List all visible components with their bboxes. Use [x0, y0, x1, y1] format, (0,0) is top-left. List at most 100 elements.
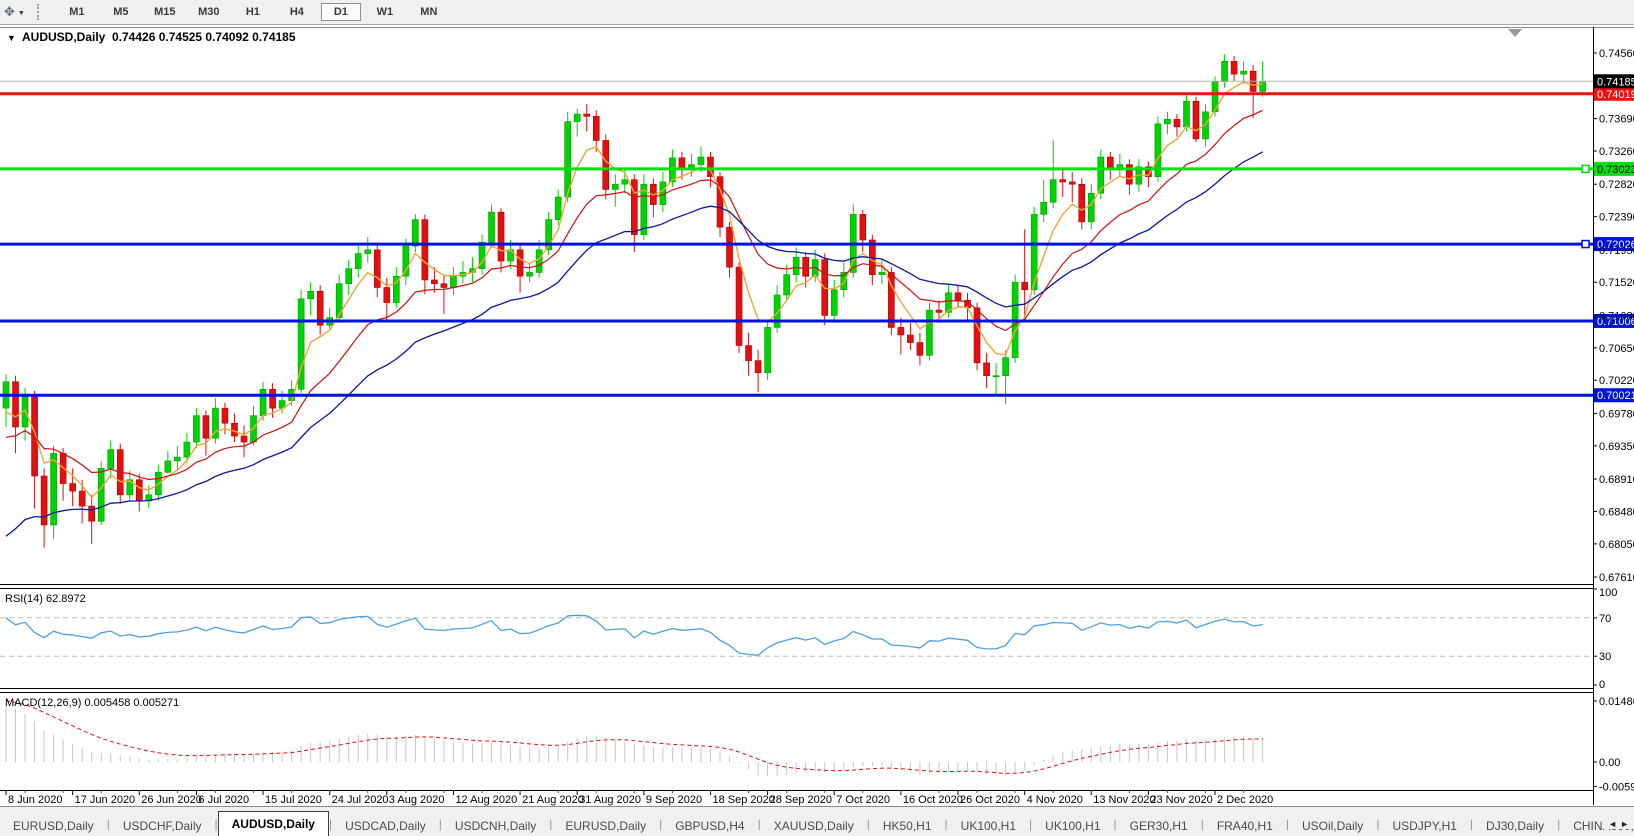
timeframe-button-M5[interactable]: M5 [101, 3, 141, 21]
candle-body [603, 140, 609, 189]
candle-body [1260, 81, 1266, 91]
timeframe-button-W1[interactable]: W1 [365, 3, 405, 21]
candle-body [422, 220, 428, 280]
chart-title-ohlc: 0.74426 0.74525 0.74092 0.74185 [112, 30, 296, 44]
candle-body [489, 212, 495, 242]
candle-body [13, 382, 19, 427]
time-label: 2 Dec 2020 [1217, 794, 1273, 806]
price-tick-label: 0.73260 [1599, 146, 1634, 158]
candle-body [346, 269, 352, 284]
time-label: 21 Aug 2020 [522, 794, 584, 806]
candle-body [831, 290, 837, 316]
symbol-tab-EURUSD,Daily[interactable]: EURUSD,Daily [552, 815, 659, 836]
candle-body [536, 250, 542, 273]
candle-body [222, 408, 228, 423]
hline-handle[interactable] [1582, 165, 1589, 172]
rsi-tick-label: 70 [1599, 613, 1611, 625]
macd-signal-line [6, 701, 1263, 774]
symbol-tab-GER30,H1[interactable]: GER30,H1 [1117, 815, 1201, 836]
chart-title-symbol: AUDUSD,Daily [22, 30, 106, 44]
candle-body [403, 246, 409, 276]
toolbar-grip[interactable] [37, 4, 45, 20]
macd-layer [6, 701, 1263, 776]
candle-body [860, 214, 866, 240]
timeframe-button-H1[interactable]: H1 [233, 3, 273, 21]
symbol-tab-UK100,H1[interactable]: UK100,H1 [948, 815, 1029, 836]
candle-body [412, 220, 418, 246]
candle-body [793, 257, 799, 274]
timeframe-button-H4[interactable]: H4 [277, 3, 317, 21]
candle-body [593, 116, 599, 140]
candle-body [241, 436, 247, 442]
chart-canvas: 0.740190.730230.720260.710060.700210.741… [0, 0, 1634, 836]
timeframe-button-M30[interactable]: M30 [189, 3, 229, 21]
time-label: 26 Jun 2020 [141, 794, 202, 806]
symbol-tab-USOil,Daily[interactable]: USOil,Daily [1289, 815, 1376, 836]
hline-1-badge-text: 0.73023 [1597, 164, 1634, 176]
candle-body [308, 291, 314, 299]
time-label: 16 Oct 2020 [903, 794, 963, 806]
candle-body [746, 346, 752, 361]
candle-body [89, 506, 95, 521]
timeframe-button-D1[interactable]: D1 [321, 3, 361, 21]
price-tick-label: 0.67610 [1599, 572, 1634, 584]
symbol-tab-DJ30,Daily[interactable]: DJ30,Daily [1473, 815, 1557, 836]
symbol-tab-USDCHF,Daily[interactable]: USDCHF,Daily [110, 815, 215, 836]
candle-body [917, 343, 923, 356]
macd-tick-label: 0.014861 [1599, 696, 1634, 708]
macd-indicator-label: MACD(12,26,9) 0.005458 0.005271 [5, 697, 179, 709]
chart-shift-marker[interactable] [1508, 29, 1522, 37]
rsi-line [6, 615, 1263, 655]
symbol-tab-GBPUSD,H4[interactable]: GBPUSD,H4 [662, 815, 757, 836]
candle-body [431, 280, 437, 284]
time-label: 28 Sep 2020 [770, 794, 832, 806]
symbol-tab-HK50,H1[interactable]: HK50,H1 [870, 815, 945, 836]
price-tick-label: 0.69780 [1599, 408, 1634, 420]
candle-body [584, 114, 590, 116]
candle-body [136, 480, 142, 501]
candle-body [441, 284, 447, 288]
symbol-tab-USDJPY,H1[interactable]: USDJPY,H1 [1379, 815, 1469, 836]
cursor-tool-icon[interactable]: ✥ [4, 4, 15, 20]
candles-layer [3, 55, 1266, 548]
symbol-tab-XAUUSD,Daily[interactable]: XAUUSD,Daily [761, 815, 867, 836]
cursor-tool-dropdown-icon[interactable]: ▼ [18, 10, 25, 17]
time-label: 7 Oct 2020 [836, 794, 890, 806]
rsi-indicator-label: RSI(14) 62.8972 [5, 593, 86, 605]
horizontal-lines-layer [0, 81, 1593, 395]
symbol-tab-AUDUSD,Daily[interactable]: AUDUSD,Daily [218, 811, 329, 836]
candle-body [1069, 182, 1075, 184]
candle-body [907, 335, 913, 343]
timeframe-button-M1[interactable]: M1 [57, 3, 97, 21]
price-tick-label: 0.69350 [1599, 441, 1634, 453]
timeframe-button-MN[interactable]: MN [409, 3, 449, 21]
time-label: 18 Sep 2020 [712, 794, 774, 806]
candle-body [108, 450, 114, 469]
rsi-tick-label: 100 [1599, 587, 1617, 599]
hline-handle[interactable] [1582, 241, 1589, 248]
price-tick-label: 0.70220 [1599, 375, 1634, 387]
candle-body [993, 376, 999, 377]
candle-body [1164, 119, 1170, 124]
candle-body [193, 416, 199, 442]
macd-tick-label: 0.00 [1599, 757, 1620, 769]
time-label: 3 Aug 2020 [389, 794, 445, 806]
candle-body [165, 461, 171, 472]
symbol-tab-FRA40,H1[interactable]: FRA40,H1 [1204, 815, 1286, 836]
price-tick-label: 0.74560 [1599, 48, 1634, 60]
symbol-tab-USDCAD,Daily[interactable]: USDCAD,Daily [332, 815, 439, 836]
rsi-tick-label: 30 [1599, 651, 1611, 663]
candle-body [926, 310, 932, 355]
symbol-tab-USDCNH,Daily[interactable]: USDCNH,Daily [442, 815, 549, 836]
timeframe-button-M15[interactable]: M15 [145, 3, 185, 21]
candle-body [1022, 282, 1028, 290]
price-tick-label: 0.68480 [1599, 506, 1634, 518]
candle-body [231, 423, 237, 436]
symbol-tab-EURUSD,Daily[interactable]: EURUSD,Daily [0, 815, 107, 836]
time-label: 23 Nov 2020 [1150, 794, 1212, 806]
symbol-tab-UK100,H1[interactable]: UK100,H1 [1032, 815, 1113, 836]
tab-scroll-right-icon[interactable]: ► [1620, 819, 1632, 829]
tab-scroll-left-icon[interactable]: ◄ [1608, 819, 1620, 829]
chart-collapse-icon[interactable]: ▼ [7, 33, 16, 43]
candle-body [70, 484, 76, 492]
